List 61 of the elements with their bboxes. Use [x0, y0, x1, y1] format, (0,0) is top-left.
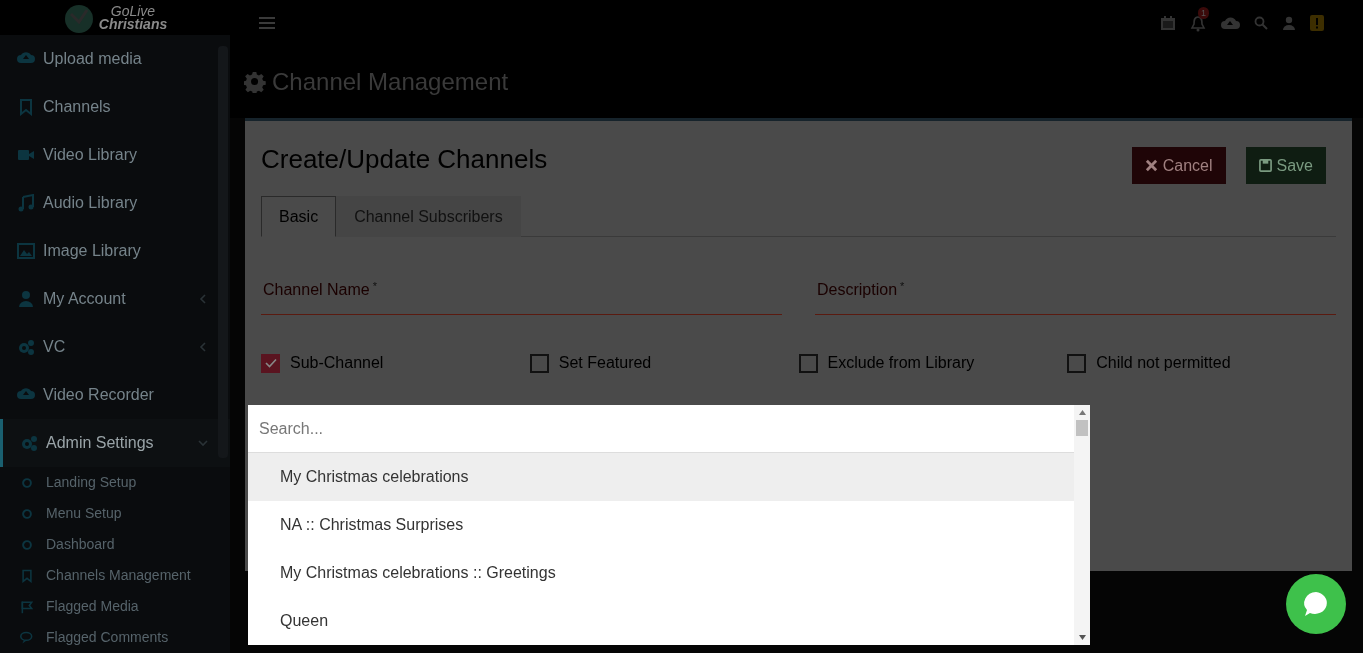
search-icon[interactable]: [1254, 16, 1268, 30]
scroll-thumb[interactable]: [1076, 420, 1088, 436]
close-icon: [1144, 159, 1158, 172]
sidebar-item[interactable]: Channels Management: [0, 560, 230, 591]
chevron-left-icon: [198, 342, 208, 352]
sidebar-item[interactable]: Menu Setup: [0, 498, 230, 529]
checkbox[interactable]: [798, 353, 818, 373]
sidebar-item[interactable]: Upload media: [0, 35, 230, 83]
checkbox[interactable]: [1067, 353, 1087, 373]
card-title: Create/Update Channels: [261, 143, 549, 176]
image-icon: [17, 242, 35, 260]
checkbox-label: Exclude from Library: [827, 353, 975, 373]
gears-icon: [17, 338, 35, 356]
flag-icon: [20, 599, 34, 614]
sidebar-item[interactable]: Landing Setup: [0, 467, 230, 498]
checkbox-label: Sub-Channel: [290, 353, 384, 373]
gear-icon: [244, 71, 266, 93]
cancel-button[interactable]: Cancel: [1131, 147, 1226, 184]
notification-count: 1: [1198, 6, 1209, 19]
alert-icon[interactable]: [1310, 15, 1324, 31]
sidebar-item[interactable]: Flagged Comments: [0, 622, 230, 653]
dropdown-option[interactable]: My Christmas celebrations: [248, 453, 1074, 501]
circle-icon: [20, 475, 34, 490]
circle-icon: [20, 537, 34, 552]
sidebar-item[interactable]: Image Library: [0, 227, 230, 275]
page-title: Channel Management: [272, 67, 509, 97]
calendar-icon[interactable]: [1160, 15, 1176, 31]
sidebar-item[interactable]: My Account: [0, 275, 230, 323]
sidebar-item[interactable]: Channels: [0, 83, 230, 131]
chevron-left-icon: [198, 294, 208, 304]
logo-text: GoLive: [110, 4, 156, 18]
sidebar-item[interactable]: Video Library: [0, 131, 230, 179]
bell-icon[interactable]: [1190, 14, 1206, 32]
sidebar-item[interactable]: VC: [0, 323, 230, 371]
scroll-down-icon[interactable]: [1078, 635, 1086, 640]
bookmark-icon: [20, 568, 34, 583]
gears-icon: [20, 434, 38, 452]
menu-icon[interactable]: [259, 16, 275, 30]
comments-icon: [20, 630, 34, 645]
user-icon: [17, 290, 35, 308]
save-button[interactable]: Save: [1245, 147, 1326, 184]
checkbox-label: Set Featured: [558, 353, 652, 373]
sidebar-item[interactable]: Dashboard: [0, 529, 230, 560]
scrollbar[interactable]: [1074, 405, 1090, 645]
chevron-down-icon: [198, 438, 208, 448]
cloud-upload-icon[interactable]: [1220, 16, 1240, 30]
logo-text: Christians: [98, 17, 168, 31]
checkbox-label: Child not permitted: [1096, 353, 1231, 373]
scroll-up-icon[interactable]: [1078, 410, 1086, 415]
checkbox[interactable]: [529, 353, 549, 373]
chat-button[interactable]: [1286, 574, 1346, 634]
checkbox[interactable]: [261, 353, 280, 373]
circle-icon: [20, 506, 34, 521]
sidebar-item[interactable]: Audio Library: [0, 179, 230, 227]
checkmark-icon: [264, 358, 277, 368]
user-icon[interactable]: [1282, 16, 1296, 30]
sidebar-item[interactable]: Admin Settings: [0, 419, 230, 467]
sidebar-item[interactable]: Video Recorder: [0, 371, 230, 419]
music-note-icon: [17, 194, 35, 212]
bookmark-icon: [17, 98, 35, 116]
sidebar-item[interactable]: Flagged Media: [0, 591, 230, 622]
